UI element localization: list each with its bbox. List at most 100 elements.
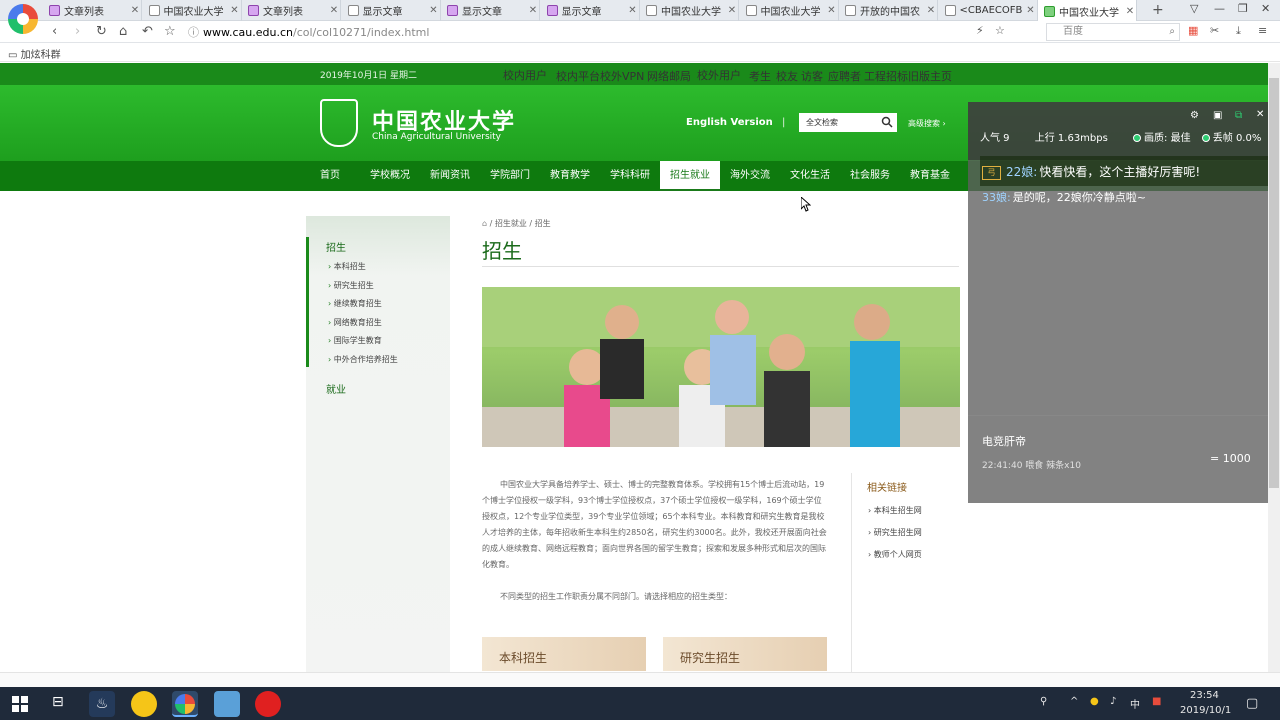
- tab-close-icon[interactable]: ✕: [726, 5, 738, 16]
- tray-expand-icon[interactable]: ^: [1070, 696, 1078, 707]
- sidebar-title[interactable]: 招生: [326, 239, 346, 254]
- top-link[interactable]: 考生: [749, 68, 771, 84]
- tab-close-icon[interactable]: ✕: [826, 5, 838, 16]
- tab-close-icon[interactable]: ✕: [925, 5, 937, 16]
- tab-close-icon[interactable]: ✕: [328, 5, 340, 16]
- browser-logo-icon[interactable]: [8, 4, 38, 34]
- main-menu-item[interactable]: 招生就业: [660, 161, 720, 191]
- main-menu-item[interactable]: 文化生活: [780, 161, 840, 191]
- main-menu-item[interactable]: 首页: [300, 161, 360, 191]
- tab-close-icon[interactable]: ✕: [229, 5, 241, 16]
- settings-icon[interactable]: ⚙: [1190, 110, 1199, 121]
- main-menu-item[interactable]: 社会服务: [840, 161, 900, 191]
- browser-tab[interactable]: 中国农业大学 ✕: [640, 0, 739, 21]
- sidebar-item[interactable]: 国际学生教育: [328, 335, 382, 346]
- main-menu-item[interactable]: 教育基金: [900, 161, 960, 191]
- browser-tab[interactable]: 中国农业大学 ✕: [143, 0, 242, 21]
- top-link[interactable]: 应聘者: [828, 68, 861, 84]
- steam-icon[interactable]: ♨: [89, 691, 115, 717]
- start-button-icon[interactable]: [12, 696, 28, 712]
- qq-icon[interactable]: [131, 691, 157, 717]
- top-link[interactable]: 旧版主页: [908, 68, 952, 84]
- tab-close-icon[interactable]: ✕: [1025, 5, 1037, 16]
- browser-tab[interactable]: 显示文章 ✕: [441, 0, 540, 21]
- browser-search-input[interactable]: 百度 ⌕: [1046, 23, 1180, 41]
- main-menu-item[interactable]: 教育教学: [540, 161, 600, 191]
- popout-icon[interactable]: ⧉: [1235, 110, 1242, 121]
- window-icon[interactable]: ▣: [1213, 110, 1222, 121]
- sidebar-item-job[interactable]: 就业: [326, 381, 346, 396]
- bookmark-item[interactable]: 加炫科群: [21, 50, 61, 61]
- tab-close-icon[interactable]: ✕: [129, 5, 141, 16]
- tab-close-icon[interactable]: ✕: [1124, 6, 1136, 17]
- advanced-search-link[interactable]: 高级搜索 ›: [908, 118, 946, 129]
- people-icon[interactable]: ⚲: [1040, 696, 1047, 707]
- tools-icon[interactable]: ✂: [1210, 24, 1219, 37]
- main-menu-item[interactable]: 新闻资讯: [420, 161, 480, 191]
- clock-time[interactable]: 23:54: [1190, 690, 1219, 701]
- overlay-close-icon[interactable]: ✕: [1256, 109, 1264, 120]
- related-link[interactable]: 教师个人网页: [868, 549, 922, 560]
- site-name-en[interactable]: China Agricultural University: [372, 132, 501, 142]
- sogou-icon[interactable]: ■: [1152, 696, 1161, 707]
- breadcrumb-item[interactable]: 招生就业: [495, 219, 527, 228]
- undo-icon[interactable]: ↶: [142, 24, 153, 39]
- tab-close-icon[interactable]: ✕: [428, 5, 440, 16]
- tab-close-icon[interactable]: ✕: [627, 5, 639, 16]
- site-search-icon[interactable]: [881, 116, 893, 131]
- main-menu-item[interactable]: 学院部门: [480, 161, 540, 191]
- main-menu-item[interactable]: 学科科研: [600, 161, 660, 191]
- sidebar-item[interactable]: 继续教育招生: [328, 298, 382, 309]
- top-link[interactable]: 校外用户: [697, 67, 741, 83]
- overlay-divider[interactable]: [968, 415, 1268, 416]
- volume-icon[interactable]: ♪: [1110, 696, 1116, 707]
- page-scrollbar[interactable]: [1268, 63, 1280, 672]
- browser-taskbar-icon[interactable]: [172, 691, 198, 717]
- related-link[interactable]: 研究生招生网: [868, 527, 922, 538]
- scrollbar-thumb[interactable]: [1269, 78, 1279, 488]
- english-version-link[interactable]: English Version: [686, 117, 773, 128]
- top-link[interactable]: 校内平台: [556, 68, 600, 84]
- bookmark-star-icon[interactable]: ☆: [995, 24, 1005, 37]
- download-icon[interactable]: ⤓: [1236, 24, 1241, 38]
- tray-app-icon[interactable]: ●: [1090, 696, 1099, 707]
- top-link[interactable]: 校内用户: [503, 67, 547, 83]
- maximize-button[interactable]: ❐: [1238, 2, 1248, 15]
- browser-tab[interactable]: 中国农业大学 ✕: [740, 0, 839, 21]
- main-menu-item[interactable]: 海外交流: [720, 161, 780, 191]
- reload-icon[interactable]: ↻: [96, 24, 107, 39]
- tab-close-icon[interactable]: ✕: [527, 5, 539, 16]
- favorite-star-icon[interactable]: ☆: [164, 24, 176, 39]
- sidebar-item[interactable]: 研究生招生: [328, 280, 374, 291]
- minimize-button[interactable]: —: [1214, 2, 1225, 15]
- clock-date[interactable]: 2019/10/1: [1180, 705, 1231, 716]
- address-bar[interactable]: ⓘ www.cau.edu.cn/col/col10271/index.html: [188, 22, 1033, 42]
- close-window-button[interactable]: ✕: [1261, 2, 1270, 15]
- main-menu-item[interactable]: 学校概况: [360, 161, 420, 191]
- browser-tab[interactable]: 文章列表 ✕: [43, 0, 142, 21]
- browser-tab[interactable]: 中国农业大学 ✕: [1038, 0, 1137, 22]
- home-icon[interactable]: ⌂: [119, 24, 127, 39]
- category-graduate-card[interactable]: 研究生招生: [663, 637, 827, 671]
- browser-tab[interactable]: 显示文章 ✕: [541, 0, 640, 21]
- browser-tab[interactable]: 文章列表 ✕: [242, 0, 341, 21]
- top-link[interactable]: 校友: [776, 68, 798, 84]
- back-icon[interactable]: ‹: [52, 24, 57, 39]
- ime-indicator[interactable]: 中: [1130, 696, 1140, 711]
- top-link[interactable]: 校外VPN: [600, 68, 644, 84]
- home-icon[interactable]: ⌂: [482, 219, 487, 228]
- browser-tab[interactable]: 开放的中国农 ✕: [839, 0, 938, 21]
- top-link[interactable]: 工程招标: [864, 68, 908, 84]
- sidebar-item[interactable]: 本科招生: [328, 261, 366, 272]
- task-view-icon[interactable]: ⊟: [52, 694, 64, 710]
- new-tab-button[interactable]: +: [1152, 2, 1164, 18]
- pin-icon[interactable]: ▽: [1190, 2, 1198, 15]
- browser-tab[interactable]: 显示文章 ✕: [342, 0, 441, 21]
- browser-tab[interactable]: <CBAECOFB ✕: [939, 0, 1038, 21]
- sidebar-item[interactable]: 网络教育招生: [328, 317, 382, 328]
- top-link[interactable]: 访客: [801, 68, 823, 84]
- netease-music-icon[interactable]: [255, 691, 281, 717]
- top-link[interactable]: 网络邮局: [647, 68, 691, 84]
- forward-icon[interactable]: ›: [75, 24, 80, 39]
- sidebar-item[interactable]: 中外合作培养招生: [328, 354, 398, 365]
